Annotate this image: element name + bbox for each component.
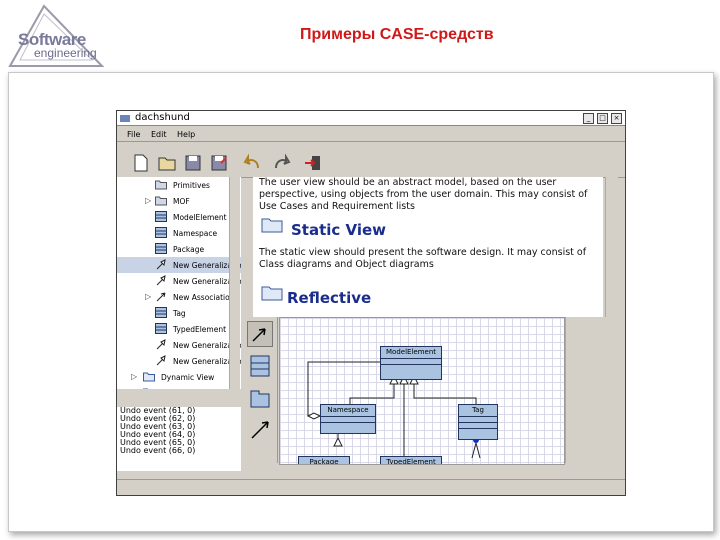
class-icon	[155, 227, 167, 238]
close-button[interactable]: ×	[611, 113, 622, 124]
tree-item[interactable]: ▷ MOF	[117, 193, 241, 209]
class-package[interactable]: Package	[298, 456, 350, 464]
class-icon	[155, 323, 167, 334]
class-name: Tag	[459, 405, 497, 417]
association-icon	[156, 292, 166, 302]
expand-arrow-icon[interactable]: ▷	[131, 388, 137, 389]
class-icon	[155, 211, 167, 222]
tree-item[interactable]: Package	[117, 241, 241, 257]
tree-item[interactable]: New Generalization	[117, 257, 241, 273]
class-icon	[155, 243, 167, 254]
toolbar	[117, 149, 625, 178]
tree-item-label: Package	[173, 245, 205, 254]
tree-item-label: Tag	[173, 309, 186, 318]
pointer-tool-icon[interactable]	[247, 321, 273, 347]
diagram-connectors	[306, 361, 481, 459]
open-folder-icon[interactable]	[157, 153, 177, 173]
folder-icon	[143, 388, 149, 389]
class-namespace[interactable]: Namespace	[320, 404, 376, 434]
class-icon	[155, 307, 167, 318]
class-modelelement[interactable]: ModelElement	[380, 346, 442, 380]
tree-item[interactable]: ModelElement	[117, 209, 241, 225]
menu-file[interactable]: File	[127, 130, 140, 139]
static-view-heading: Static View	[291, 221, 387, 239]
expand-arrow-icon[interactable]: ▷	[145, 196, 151, 205]
class-tag[interactable]: Tag	[458, 404, 498, 440]
tree-item-label: Namespace	[173, 229, 218, 238]
expand-arrow-icon[interactable]: ▷	[131, 372, 137, 381]
tool-palette	[243, 317, 278, 463]
app-window: dachshund _ □ × File Edit Help Primitive…	[116, 110, 626, 496]
redo-icon[interactable]	[271, 153, 291, 173]
document-scrollbar[interactable]	[605, 177, 618, 317]
tree-item[interactable]: Primitives	[117, 177, 241, 193]
tree-item[interactable]: New Generalization	[117, 273, 241, 289]
tree-item-label: ModelElement	[173, 213, 227, 222]
exit-icon[interactable]	[303, 153, 323, 173]
undo-log-line: Undo event (66, 0)	[120, 446, 196, 455]
class-name: ModelElement	[381, 347, 441, 359]
minimize-button[interactable]: _	[583, 113, 594, 124]
app-icon	[120, 115, 130, 122]
save-as-icon[interactable]	[209, 153, 229, 173]
tree-item[interactable]: TypedElement	[117, 321, 241, 337]
folder-icon	[143, 372, 155, 382]
tree-item-label: Dynamic View	[161, 373, 215, 382]
generalization-icon	[156, 355, 166, 366]
menu-edit[interactable]: Edit	[151, 130, 167, 139]
generalization-icon	[156, 339, 166, 350]
package-icon	[155, 196, 167, 206]
static-view-paragraph: The static view should present the softw…	[259, 247, 587, 270]
tree-item[interactable]: ▷ Dynamic View	[117, 369, 241, 385]
undo-icon[interactable]	[243, 153, 263, 173]
tree-item[interactable]: ▷ New Association	[117, 289, 241, 305]
tree-item[interactable]: ▷Deployment View	[117, 385, 241, 389]
model-tree: Primitives ▷ MOF ModelElement Namespace Packa…	[117, 177, 241, 389]
tree-item-label: TypedElement	[173, 325, 227, 334]
slide-title: Примеры CASE-средств	[300, 26, 494, 43]
tree-item[interactable]: Tag	[117, 305, 241, 321]
document-view: The user view should be an abstract mode…	[253, 177, 603, 317]
software-engineering-logo: Software engineering	[8, 4, 105, 70]
generalization-icon	[156, 275, 166, 286]
logo-word-engineering: engineering	[34, 46, 97, 60]
package-tool-icon[interactable]	[247, 385, 273, 411]
intro-paragraph: The user view should be an abstract mode…	[259, 177, 588, 212]
statusbar	[117, 479, 625, 494]
maximize-button[interactable]: □	[597, 113, 608, 124]
folder-icon	[261, 286, 283, 301]
window-title: dachshund	[135, 112, 190, 123]
class-typedelement[interactable]: TypedElement	[380, 456, 442, 464]
undo-log: Undo event (61, 0) Undo event (62, 0) Un…	[117, 407, 241, 471]
new-file-icon[interactable]	[131, 153, 151, 173]
tree-item[interactable]: New Generalization	[117, 337, 241, 353]
generalization-icon	[156, 259, 166, 270]
folder-icon	[261, 218, 283, 233]
association-tool-icon[interactable]	[247, 417, 273, 443]
menu-help[interactable]: Help	[177, 130, 195, 139]
diagram-scrollbar[interactable]	[565, 317, 576, 463]
tree-item[interactable]: Namespace	[117, 225, 241, 241]
tree-item-label: New Association	[173, 293, 235, 302]
reflective-heading: Reflective	[287, 289, 372, 307]
window-titlebar[interactable]: dachshund _ □ ×	[117, 111, 625, 126]
tree-scrollbar[interactable]	[229, 177, 240, 389]
class-diagram-canvas[interactable]: ModelElement Namespace Tag Package Typed…	[279, 317, 565, 465]
tree-item[interactable]: New Generalization	[117, 353, 241, 369]
save-icon[interactable]	[183, 153, 203, 173]
expand-arrow-icon[interactable]: ▷	[145, 292, 151, 301]
class-tool-icon[interactable]	[247, 353, 273, 379]
class-name: Package	[299, 457, 349, 464]
tree-item-label: MOF	[173, 197, 190, 206]
tree-item-label: Primitives	[173, 181, 210, 190]
class-name: TypedElement	[381, 457, 441, 464]
package-icon	[155, 180, 167, 190]
menubar: File Edit Help	[117, 127, 625, 142]
class-name: Namespace	[321, 405, 375, 417]
